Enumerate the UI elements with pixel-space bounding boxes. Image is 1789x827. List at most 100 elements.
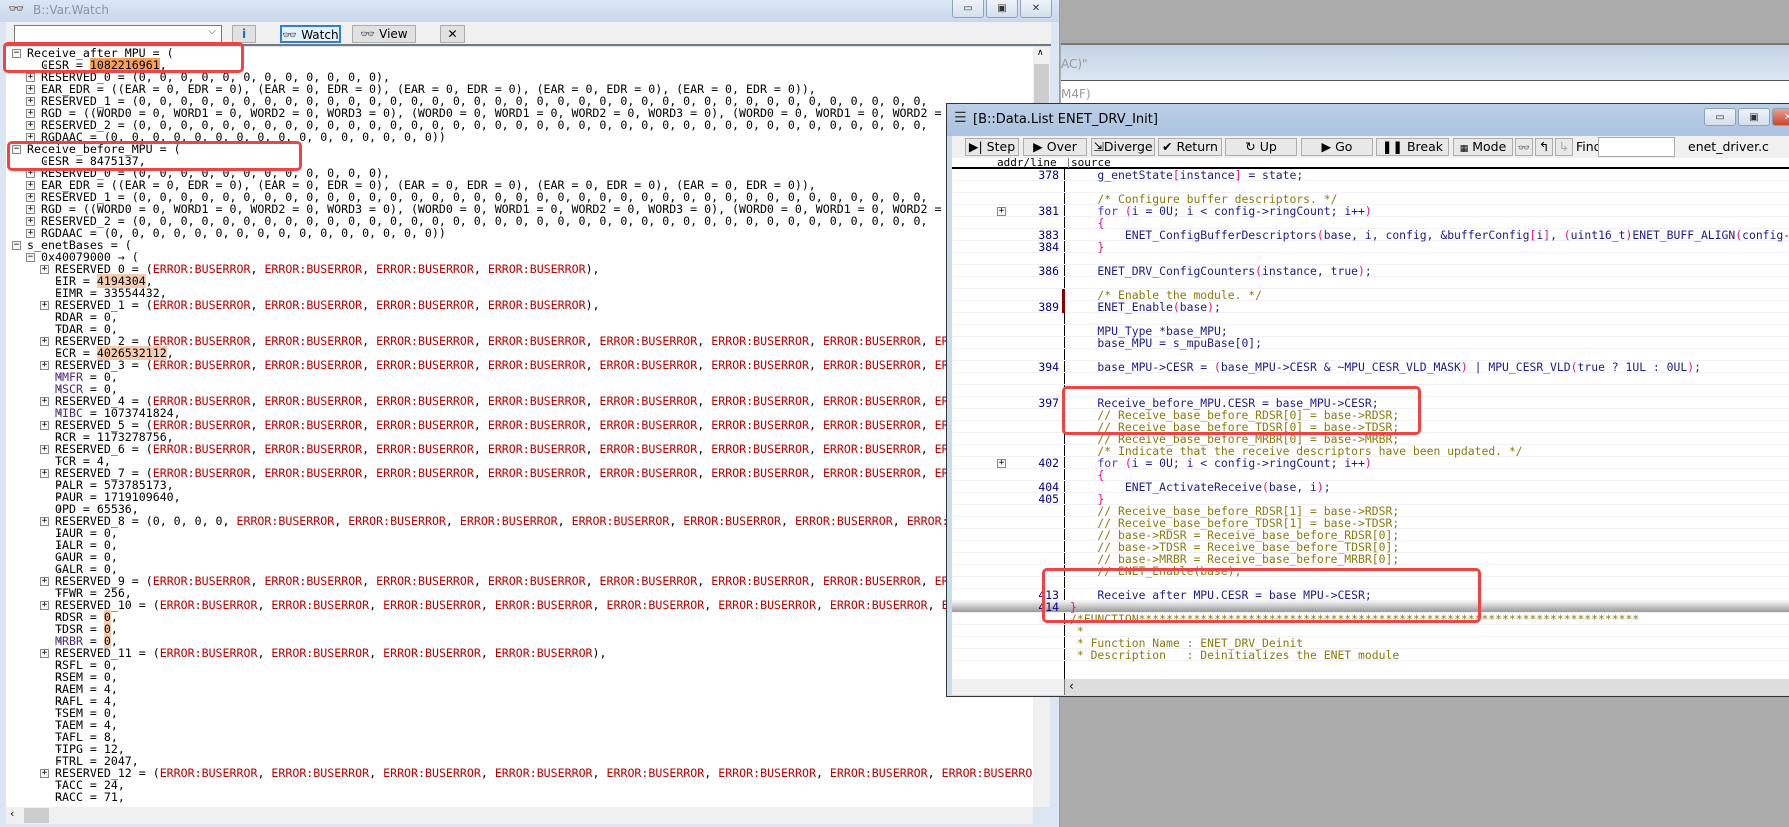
- expand-icon[interactable]: +: [40, 649, 49, 658]
- watch-row[interactable]: + RESERVED_0 = (ERROR:BUSERROR, ERROR:BUS…: [6, 263, 1033, 275]
- expand-icon[interactable]: +: [26, 73, 35, 82]
- source-row[interactable]: base_MPU = s_mpuBase[0];: [952, 337, 1789, 349]
- expand-icon[interactable]: +: [26, 181, 35, 190]
- expand-icon[interactable]: +: [26, 205, 35, 214]
- expand-icon[interactable]: +: [40, 361, 49, 370]
- watch-row[interactable]: RAFL = 4,: [6, 695, 1033, 707]
- expand-icon[interactable]: +: [26, 85, 35, 94]
- up-stack-button[interactable]: ↰: [1535, 138, 1553, 156]
- source-row[interactable]: [952, 373, 1789, 385]
- diverge-button[interactable]: ⇲Diverge: [1091, 138, 1155, 156]
- watch-row[interactable]: + RESERVED_11 = (ERROR:BUSERROR, ERROR:BU…: [6, 647, 1033, 659]
- minimize-button[interactable]: ▭: [1704, 108, 1736, 126]
- watch-row[interactable]: RSEM = 0,: [6, 671, 1033, 683]
- source-row[interactable]: 386 ENET_DRV_ConfigCounters(instance, tr…: [952, 265, 1789, 277]
- break-button[interactable]: ❚❚ Break: [1376, 138, 1449, 156]
- expand-icon[interactable]: +: [26, 121, 35, 130]
- expand-icon[interactable]: +: [40, 601, 49, 610]
- return-button[interactable]: ✔ Return: [1158, 138, 1222, 156]
- expand-icon[interactable]: +: [26, 97, 35, 106]
- expand-icon[interactable]: +: [40, 517, 49, 526]
- find-input[interactable]: [1598, 137, 1675, 157]
- close-button[interactable]: ✕: [1020, 0, 1052, 18]
- watch-horizontal-scrollbar[interactable]: ‹: [6, 807, 1033, 824]
- minimize-button[interactable]: ▭: [952, 0, 984, 18]
- expand-icon[interactable]: +: [40, 265, 49, 274]
- watch-row[interactable]: RDSR = 0,: [6, 610, 1033, 624]
- watch-row[interactable]: + RESERVED_12 = (ERROR:BUSERROR, ERROR:BU…: [6, 767, 1033, 779]
- expand-icon[interactable]: +: [40, 397, 49, 406]
- go-button[interactable]: ▶ Go: [1301, 138, 1373, 156]
- source-horizontal-scrollbar[interactable]: ‹: [952, 679, 1789, 695]
- watch-row-text: RESERVED_11 = (ERROR:BUSERROR, ERROR:BUS…: [55, 646, 607, 660]
- watch-button[interactable]: 👓 Watch: [280, 25, 341, 43]
- expand-icon[interactable]: +: [40, 301, 49, 310]
- source-row[interactable]: 389 ENET_Enable(base);: [952, 301, 1789, 313]
- maximize-button[interactable]: ▣: [1738, 108, 1770, 126]
- column-addr-line[interactable]: addr/line: [997, 157, 1057, 168]
- up-button[interactable]: ↻ Up: [1225, 138, 1297, 156]
- view-button[interactable]: 👓 View: [352, 25, 416, 43]
- collapse-icon[interactable]: −: [12, 49, 21, 58]
- expand-icon[interactable]: +: [26, 193, 35, 202]
- watch-row[interactable]: RSFL = 0,: [6, 659, 1033, 671]
- expand-icon[interactable]: +: [40, 421, 49, 430]
- watch-toggle-button[interactable]: 👓: [1515, 138, 1533, 156]
- watch-row[interactable]: MMFR = 0,: [6, 371, 1033, 383]
- source-row[interactable]: * Description : Deinitializes the ENET m…: [952, 649, 1789, 661]
- watch-row[interactable]: + RESERVED_3 = (ERROR:BUSERROR, ERROR:BUS…: [6, 359, 1033, 371]
- source-listing[interactable]: 378 g_enetState[instance] = state; /* Co…: [952, 169, 1789, 679]
- watch-row[interactable]: − Receive_before_MPU = (: [6, 143, 1033, 155]
- watch-row[interactable]: TSEM = 0,: [6, 707, 1033, 719]
- watch-row[interactable]: IALR = 0,: [6, 539, 1033, 551]
- source-row[interactable]: 378 g_enetState[instance] = state;: [952, 169, 1789, 181]
- watch-row[interactable]: RACC = 71,: [6, 791, 1033, 803]
- info-button[interactable]: i: [232, 25, 256, 43]
- watch-tree[interactable]: − Receive_after_MPU = (CESR = 1082216961,…: [6, 47, 1033, 807]
- close-button[interactable]: ✕: [1772, 108, 1789, 126]
- watch-row[interactable]: GAUR = 0,: [6, 551, 1033, 563]
- expand-icon[interactable]: +: [40, 337, 49, 346]
- expand-icon[interactable]: +: [40, 469, 49, 478]
- watch-row[interactable]: + RGDAAC = (0, 0, 0, 0, 0, 0, 0, 0, 0, 0,…: [6, 227, 1033, 239]
- watch-row[interactable]: RAEM = 4,: [6, 683, 1033, 695]
- watch-row[interactable]: + RESERVED_9 = (ERROR:BUSERROR, ERROR:BUS…: [6, 575, 1033, 587]
- expand-icon[interactable]: +: [26, 109, 35, 118]
- watch-row[interactable]: + RESERVED_6 = (ERROR:BUSERROR, ERROR:BUS…: [6, 443, 1033, 455]
- collapse-icon[interactable]: −: [26, 253, 35, 262]
- expand-icon[interactable]: +: [26, 133, 35, 142]
- expand-icon[interactable]: +: [26, 217, 35, 226]
- watch-row[interactable]: TAFL = 8,: [6, 731, 1033, 743]
- watch-row[interactable]: + RESERVED_8 = (0, 0, 0, 0, ERROR:BUSERRO…: [6, 515, 1033, 527]
- source-row[interactable]: 394 base_MPU->CESR = (base_MPU->CESR & ~…: [952, 361, 1789, 373]
- data-list-window: ☰ [B::Data.List ENET_DRV_Init] ▭ ▣ ✕ ▶︎|…: [946, 103, 1789, 697]
- expand-icon[interactable]: +: [26, 169, 35, 178]
- delete-button[interactable]: ✕: [440, 25, 465, 43]
- expand-icon[interactable]: +: [40, 577, 49, 586]
- expand-icon[interactable]: +: [40, 445, 49, 454]
- source-row[interactable]: 413 Receive_after_MPU.CESR = base_MPU->C…: [952, 589, 1789, 601]
- watch-row[interactable]: + RESERVED_10 = (ERROR:BUSERROR, ERROR:BU…: [6, 599, 1033, 611]
- down-stack-button[interactable]: ↳: [1555, 138, 1573, 156]
- column-source[interactable]: source: [1068, 157, 1111, 168]
- watch-row[interactable]: TACC = 24,: [6, 779, 1033, 791]
- source-row[interactable]: 384 }: [952, 241, 1789, 253]
- expand-icon[interactable]: +: [40, 769, 49, 778]
- watch-row[interactable]: + RESERVED_1 = (ERROR:BUSERROR, ERROR:BUS…: [6, 299, 1033, 311]
- watch-row[interactable]: IAUR = 0,: [6, 527, 1033, 539]
- source-row[interactable]: // ENET_Enable(base);: [952, 565, 1789, 577]
- maximize-button[interactable]: ▣: [986, 0, 1018, 18]
- watch-row[interactable]: PAUR = 1719109640,: [6, 491, 1033, 503]
- collapse-icon[interactable]: −: [12, 241, 21, 250]
- watch-row[interactable]: RDAR = 0,: [6, 311, 1033, 323]
- expression-dropdown[interactable]: ⌵: [14, 25, 222, 43]
- expand-icon[interactable]: +: [26, 229, 35, 238]
- over-button[interactable]: ▶︎ Over: [1023, 138, 1087, 156]
- step-button[interactable]: ▶︎| Step: [965, 138, 1019, 156]
- watch-row[interactable]: TAEM = 4,: [6, 719, 1033, 731]
- watch-row[interactable]: TIPG = 12,: [6, 743, 1033, 755]
- collapse-icon[interactable]: −: [12, 145, 21, 154]
- mode-button[interactable]: ▦ Mode: [1453, 138, 1513, 156]
- watch-row[interactable]: TDSR = 0,: [6, 622, 1033, 636]
- watch-row[interactable]: − s_enetBases = (: [6, 239, 1033, 251]
